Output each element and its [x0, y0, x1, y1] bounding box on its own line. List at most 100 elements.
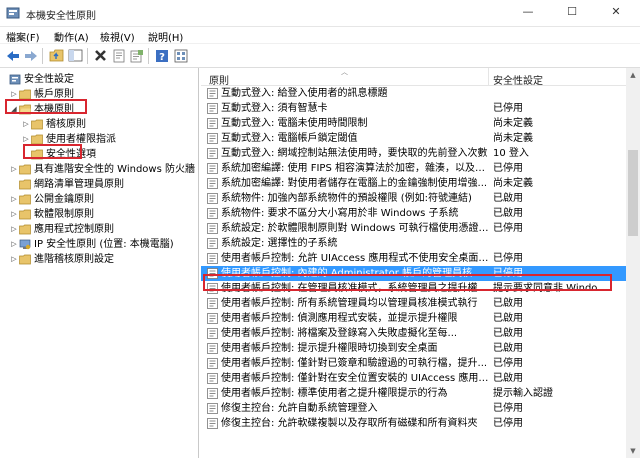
policy-setting-icon: [207, 343, 218, 354]
scroll-down-icon[interactable]: ▼: [626, 444, 640, 458]
table-row[interactable]: 修復主控台: 允許軟碟複製以及存取所有磁碟和所有資料夾 已停用: [201, 416, 626, 431]
tree-item-security-settings[interactable]: 安全性設定: [0, 72, 198, 87]
tree-item-label: 應用程式控制原則: [34, 224, 114, 235]
table-row[interactable]: 互動式登入: 須有智慧卡 已停用: [201, 101, 626, 116]
policy-name: 互動式登入: 電腦未使用時間限制: [221, 118, 368, 129]
menu-bar: 檔案(F) 動作(A) 檢視(V) 說明(H): [0, 27, 640, 44]
table-row[interactable]: 系統物件: 加強內部系統物件的預設權限 (例如:符號連結) 已啟用: [201, 191, 626, 206]
scroll-thumb[interactable]: [628, 150, 638, 236]
tree-expander[interactable]: ▷: [10, 252, 18, 267]
policy-name: 使用者帳戶控制: 將檔案及登錄寫入失敗虛擬化至每...: [221, 328, 458, 339]
delete-icon[interactable]: [92, 47, 109, 64]
tree-expander[interactable]: ▷: [10, 87, 18, 102]
toolbar-separator: [42, 48, 43, 64]
folder-icon: [31, 119, 43, 130]
tree-expander[interactable]: ▷: [10, 162, 18, 177]
tree-item-security-options[interactable]: 安全性選項: [22, 147, 198, 162]
table-row[interactable]: 使用者帳戶控制: 僅針對已簽章和驗證過的可執行檔，提升... 已停用: [201, 356, 626, 371]
policy-name: 系統加密編譯: 對使用者儲存在電腦上的金鑰強制使用增強...: [221, 178, 488, 189]
table-row[interactable]: 系統設定: 於軟體限制原則對 Windows 可執行檔使用憑證規... 已停用: [201, 221, 626, 236]
policy-setting-icon: [207, 358, 218, 369]
folder-open-icon: [19, 104, 31, 115]
table-row[interactable]: 系統設定: 選擇性的子系統: [201, 236, 626, 251]
forward-icon[interactable]: [22, 47, 39, 64]
maximize-button[interactable]: ☐: [552, 0, 592, 24]
tree-expander[interactable]: ▷: [10, 207, 18, 222]
tree-item-ip-security[interactable]: ▷ IP 安全性原則 (位置: 本機電腦): [10, 237, 198, 252]
menu-action[interactable]: 動作(A): [54, 29, 89, 44]
table-row[interactable]: 系統加密編譯: 對使用者儲存在電腦上的金鑰強制使用增強... 尚未定義: [201, 176, 626, 191]
tree-item-application-control[interactable]: ▷ 應用程式控制原則: [10, 222, 198, 237]
properties-icon[interactable]: [110, 47, 127, 64]
policy-setting-icon: [207, 118, 218, 129]
minimize-button[interactable]: —: [508, 0, 548, 24]
table-row[interactable]: 修復主控台: 允許自動系統管理登入 已停用: [201, 401, 626, 416]
vertical-scrollbar[interactable]: ▲ ▼: [626, 68, 640, 458]
tree-item-local-policies[interactable]: ◢ 本機原則: [10, 102, 198, 117]
policy-name: 使用者帳戶控制: 提示提升權限時切換到安全桌面: [221, 343, 438, 354]
folder-icon: [19, 164, 31, 175]
table-row[interactable]: 使用者帳戶控制: 將檔案及登錄寫入失敗虛擬化至每... 已啟用: [201, 326, 626, 341]
tree-item-windows-firewall[interactable]: ▷ 具有進階安全性的 Windows 防火牆: [10, 162, 198, 177]
tree-item-label: 安全性設定: [24, 74, 74, 85]
folder-icon: [19, 254, 31, 265]
tree-expander[interactable]: ▷: [10, 222, 18, 237]
table-row[interactable]: 使用者帳戶控制: 標準使用者之提升權限提示的行為 提示輸入認證: [201, 386, 626, 401]
table-row[interactable]: 使用者帳戶控制: 允許 UIAccess 應用程式不使用安全桌面來... 已停用: [201, 251, 626, 266]
tree-item-audit-policy[interactable]: ▷ 稽核原則: [22, 117, 198, 132]
table-row[interactable]: 系統物件: 要求不區分大小寫用於非 Windows 子系統 已啟用: [201, 206, 626, 221]
tree-item-account-policies[interactable]: ▷ 帳戶原則: [10, 87, 198, 102]
menu-help[interactable]: 說明(H): [148, 29, 183, 44]
table-row[interactable]: 使用者帳戶控制: 提示提升權限時切換到安全桌面 已啟用: [201, 341, 626, 356]
table-row[interactable]: 互動式登入: 電腦帳戶鎖定閾值 尚未定義: [201, 131, 626, 146]
policy-name: 使用者帳戶控制: 偵測應用程式安裝，並提示提升權限: [221, 313, 458, 324]
table-row[interactable]: 使用者帳戶控制: 在管理員核准模式，系統管理員之提升權... 提示要求同意非 Wi…: [201, 281, 626, 296]
security-setting-value: 提示輸入認證: [493, 388, 553, 399]
column-header-policy[interactable]: 原則: [209, 72, 229, 87]
tree-expander[interactable]: ▷: [10, 192, 18, 207]
tree-item-public-key-policies[interactable]: ▷ 公開金鑰原則: [10, 192, 198, 207]
tree-item-label: 本機原則: [34, 104, 74, 115]
show-hide-tree-icon[interactable]: [67, 47, 84, 64]
security-setting-value: 已啟用: [493, 373, 523, 384]
scroll-up-icon[interactable]: ▲: [626, 68, 640, 82]
table-row[interactable]: 互動式登入: 網域控制站無法使用時，要快取的先前登入次數 10 登入: [201, 146, 626, 161]
tree-item-network-list-manager[interactable]: 網路清單管理員原則: [10, 177, 198, 192]
tree-item-user-rights-assignment[interactable]: ▷ 使用者權限指派: [22, 132, 198, 147]
security-setting-value: 已啟用: [493, 328, 523, 339]
tree-expander[interactable]: ▷: [10, 237, 18, 252]
policy-name: 互動式登入: 電腦帳戶鎖定閾值: [221, 133, 358, 144]
policy-name: 使用者帳戶控制: 在管理員核准模式，系統管理員之提升權...: [221, 283, 488, 294]
table-row[interactable]: 互動式登入: 給登入使用者的訊息標題: [201, 86, 626, 101]
sort-caret-icon: ︿: [341, 68, 348, 76]
tree-expander[interactable]: ▷: [22, 132, 30, 147]
tree-item-advanced-audit[interactable]: ▷ 進階稽核原則設定: [10, 252, 198, 267]
policy-name: 使用者帳戶控制: 標準使用者之提升權限提示的行為: [221, 388, 448, 399]
folder-icon: [19, 89, 31, 100]
table-row[interactable]: 使用者帳戶控制: 所有系統管理員均以管理員核准模式執行 已啟用: [201, 296, 626, 311]
up-folder-icon[interactable]: [48, 47, 65, 64]
help-icon[interactable]: ?: [153, 47, 170, 64]
table-row[interactable]: 互動式登入: 電腦未使用時間限制 尚未定義: [201, 116, 626, 131]
export-list-icon[interactable]: [128, 47, 145, 64]
tree-item-label: 帳戶原則: [34, 89, 74, 100]
column-header-setting[interactable]: 安全性設定: [493, 72, 543, 87]
tree-expander[interactable]: ▷: [22, 117, 30, 132]
policy-setting-icon: [207, 403, 218, 414]
security-setting-value: 已停用: [493, 268, 523, 279]
tree-item-software-restriction[interactable]: ▷ 軟體限制原則: [10, 207, 198, 222]
back-icon[interactable]: [4, 47, 21, 64]
table-row[interactable]: 使用者帳戶控制: 內建的 Administrator 帳戶的管理員核准模... 已…: [201, 266, 626, 281]
table-row[interactable]: 使用者帳戶控制: 偵測應用程式安裝，並提示提升權限 已啟用: [201, 311, 626, 326]
policy-name: 系統物件: 要求不區分大小寫用於非 Windows 子系統: [221, 208, 459, 219]
tree-expander[interactable]: ◢: [10, 102, 18, 117]
view-icon[interactable]: [172, 47, 189, 64]
policy-name: 使用者帳戶控制: 內建的 Administrator 帳戶的管理員核准模...: [221, 268, 489, 279]
menu-view[interactable]: 檢視(V): [100, 29, 135, 44]
close-button[interactable]: ✕: [596, 0, 636, 24]
table-row[interactable]: 使用者帳戶控制: 僅針對在安全位置安裝的 UIAccess 應用程... 已啟用: [201, 371, 626, 386]
column-divider[interactable]: [488, 68, 489, 86]
security-setting-value: 已啟用: [493, 343, 523, 354]
table-row[interactable]: 系統加密編譯: 使用 FIPS 相容演算法於加密，雜湊，以及簽章 已停用: [201, 161, 626, 176]
menu-file[interactable]: 檔案(F): [6, 29, 40, 44]
